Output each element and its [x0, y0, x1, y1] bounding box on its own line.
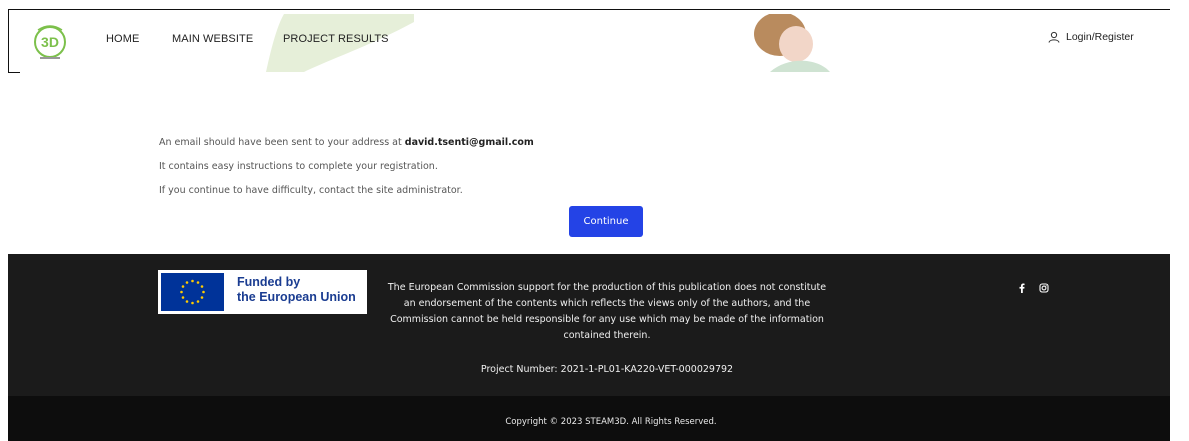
frame-line-left: [8, 9, 9, 73]
decorative-person-illustration: [754, 14, 830, 72]
nav-project-results[interactable]: PROJECT RESULTS: [283, 33, 389, 45]
frame-line-foot: [8, 72, 20, 73]
copyright-text: Copyright © 2023 STEAM3D. All Rights Res…: [505, 417, 717, 427]
email-address: david.tsenti@gmail.com: [404, 137, 534, 148]
continue-button[interactable]: Continue: [569, 206, 643, 237]
eu-badge-text: Funded by the European Union: [237, 275, 356, 305]
eu-flag-icon: [161, 273, 224, 311]
instructions-message: It contains easy instructions to complet…: [159, 161, 438, 172]
login-register-label: Login/Register: [1066, 31, 1134, 43]
eu-badge-line1: Funded by: [237, 275, 301, 289]
steam3d-logo-icon[interactable]: 3D: [30, 22, 70, 62]
login-register-link[interactable]: Login/Register: [1048, 31, 1134, 43]
nav-main-website[interactable]: MAIN WEBSITE: [172, 33, 253, 45]
frame-line-top: [8, 9, 1170, 10]
project-number: Project Number: 2021-1-PL01-KA220-VET-00…: [480, 364, 734, 375]
eu-funding-badge: Funded by the European Union: [158, 270, 367, 314]
eu-badge-line2: the European Union: [237, 290, 356, 304]
social-links: [1017, 283, 1049, 293]
email-sent-text: An email should have been sent to your a…: [159, 137, 402, 148]
facebook-icon[interactable]: [1017, 283, 1027, 293]
user-icon: [1048, 31, 1060, 43]
site-header: 3D HOME MAIN WEBSITE PROJECT RESULTS Log…: [0, 0, 1189, 80]
svg-text:3D: 3D: [41, 34, 59, 50]
eu-disclaimer-text: The European Commission support for the …: [387, 282, 827, 341]
nav-home[interactable]: HOME: [106, 33, 139, 45]
difficulty-message: If you continue to have difficulty, cont…: [159, 185, 463, 196]
instagram-icon[interactable]: [1039, 283, 1049, 293]
email-sent-message: An email should have been sent to your a…: [159, 137, 534, 148]
